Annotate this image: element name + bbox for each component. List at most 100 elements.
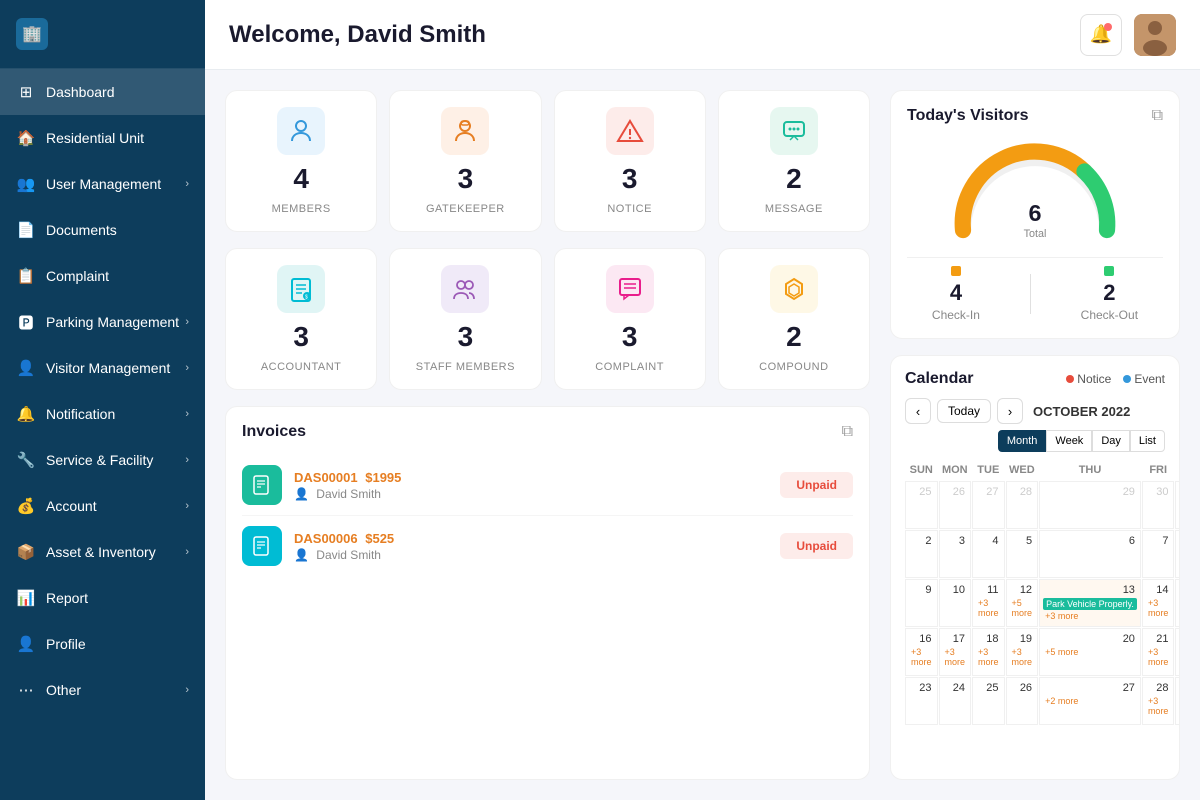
cal-list-btn[interactable]: List xyxy=(1130,430,1165,452)
cal-event-22[interactable]: Park Vehicle Properly. xyxy=(1179,647,1180,659)
cal-cell-18[interactable]: 18+3 more xyxy=(972,628,1005,676)
stat-members[interactable]: 4 MEMBERS xyxy=(225,90,377,232)
sidebar-item-residential[interactable]: 🏠 Residential Unit xyxy=(0,115,205,161)
cal-today-btn[interactable]: Today xyxy=(937,399,991,423)
cal-next-btn[interactable]: › xyxy=(997,398,1023,424)
cal-cell-10[interactable]: 10 xyxy=(939,579,972,627)
invoice-row-1[interactable]: DAS00001 $1995 👤 David Smith Unpaid xyxy=(242,455,853,516)
stat-staff[interactable]: 3 STAFF MEMBERS xyxy=(389,248,541,390)
user-avatar[interactable] xyxy=(1134,14,1176,56)
sidebar-item-label: Dashboard xyxy=(46,84,115,100)
cal-month-btn[interactable]: Month xyxy=(998,430,1047,452)
cal-cell-25[interactable]: 25 xyxy=(972,677,1005,725)
cal-cell-7[interactable]: 7 xyxy=(1142,530,1175,578)
cal-cell-26-sep[interactable]: 26 xyxy=(939,481,972,529)
checkin-dot xyxy=(951,266,961,276)
cal-cell-14[interactable]: 14+3 more xyxy=(1142,579,1175,627)
invoice-row-2[interactable]: DAS00006 $525 👤 David Smith Unpaid xyxy=(242,516,853,576)
visitors-ext-link[interactable]: ⧉ xyxy=(1152,107,1163,125)
cal-cell-21[interactable]: 21+3 more xyxy=(1142,628,1175,676)
complaint-icon-wrap xyxy=(606,265,654,313)
cal-cell-30-sep[interactable]: 30 xyxy=(1142,481,1175,529)
cal-prev-btn[interactable]: ‹ xyxy=(905,398,931,424)
cal-cell-23[interactable]: 23 xyxy=(905,677,938,725)
stat-compound[interactable]: 2 COMPOUND xyxy=(718,248,870,390)
sidebar-item-dashboard[interactable]: ⊞ Dashboard xyxy=(0,69,205,115)
stat-notice[interactable]: 3 NOTICE xyxy=(554,90,706,232)
cal-cell-28[interactable]: 28+3 more xyxy=(1142,677,1175,725)
stat-complaint[interactable]: 3 COMPLAINT xyxy=(554,248,706,390)
cal-more-17[interactable]: +3 more xyxy=(943,646,968,668)
sidebar-item-service[interactable]: 🔧 Service & Facility › xyxy=(0,437,205,483)
complaint-count: 3 xyxy=(622,321,638,353)
stat-accountant[interactable]: $ 3 ACCOUNTANT xyxy=(225,248,377,390)
cal-cell-29[interactable]: 29 xyxy=(1175,677,1180,725)
cal-more-12[interactable]: +5 more xyxy=(1010,597,1035,619)
sidebar-item-visitor[interactable]: 👤 Visitor Management › xyxy=(0,345,205,391)
sidebar-item-complaint[interactable]: 📋 Complaint xyxy=(0,253,205,299)
cal-cell-16[interactable]: 16+3 more xyxy=(905,628,938,676)
cal-cell-6[interactable]: 6 xyxy=(1039,530,1141,578)
cal-cell-12[interactable]: 12+5 more xyxy=(1006,579,1039,627)
sidebar-item-documents[interactable]: 📄 Documents xyxy=(0,207,205,253)
sidebar-item-account[interactable]: 💰 Account › xyxy=(0,483,205,529)
cal-event-13[interactable]: Park Vehicle Properly. xyxy=(1043,598,1137,610)
calendar-header: Calendar Notice Event xyxy=(905,370,1165,388)
cal-cell-20[interactable]: 20+5 more xyxy=(1039,628,1141,676)
cal-more-27[interactable]: +2 more xyxy=(1043,695,1137,707)
cal-more-11[interactable]: +3 more xyxy=(976,597,1001,619)
stat-gatekeeper[interactable]: 3 GATEKEEPER xyxy=(389,90,541,232)
cal-more-19[interactable]: +3 more xyxy=(1010,646,1035,668)
invoice-user-2: 👤 David Smith xyxy=(294,548,394,562)
sidebar-item-parking[interactable]: 🅿 Parking Management › xyxy=(0,299,205,345)
sidebar-item-user-management[interactable]: 👥 User Management › xyxy=(0,161,205,207)
sidebar-item-profile[interactable]: 👤 Profile xyxy=(0,621,205,667)
cal-cell-22[interactable]: 22Park Vehicle Properly. xyxy=(1175,628,1180,676)
cal-cell-4[interactable]: 4 xyxy=(972,530,1005,578)
invoice-user-1: 👤 David Smith xyxy=(294,487,401,501)
user-icon-2: 👤 xyxy=(294,548,309,562)
logo-icon: 🏢 xyxy=(16,18,48,50)
cal-cell-15[interactable]: 15 xyxy=(1175,579,1180,627)
sidebar-item-notification[interactable]: 🔔 Notification › xyxy=(0,391,205,437)
cal-cell-13[interactable]: 13Park Vehicle Properly.+3 more xyxy=(1039,579,1141,627)
calendar-grid: SUN MON TUE WED THU FRI SAT 25 26 27 28 … xyxy=(905,460,1165,725)
cal-cell-28-sep[interactable]: 28 xyxy=(1006,481,1039,529)
sidebar-item-label: Complaint xyxy=(46,268,109,284)
checkout-label: Check-Out xyxy=(1081,308,1138,322)
notification-button[interactable]: 🔔 xyxy=(1080,14,1122,56)
cal-more-14[interactable]: +3 more xyxy=(1146,597,1171,619)
members-label: MEMBERS xyxy=(272,203,331,215)
cal-cell-2[interactable]: 2 xyxy=(905,530,938,578)
cal-cell-19[interactable]: 19+3 more xyxy=(1006,628,1039,676)
cal-cell-1[interactable]: 1 xyxy=(1175,481,1180,529)
sidebar-item-other[interactable]: ⋯ Other › xyxy=(0,667,205,713)
cal-cell-25-sep[interactable]: 25 xyxy=(905,481,938,529)
cal-cell-29-sep[interactable]: 29 xyxy=(1039,481,1141,529)
sidebar-item-report[interactable]: 📊 Report xyxy=(0,575,205,621)
cal-cell-5[interactable]: 5 xyxy=(1006,530,1039,578)
sidebar-item-label: Visitor Management xyxy=(46,360,170,376)
cal-cell-24[interactable]: 24 xyxy=(939,677,972,725)
cal-cell-17[interactable]: 17+3 more xyxy=(939,628,972,676)
stat-message[interactable]: 2 MESSAGE xyxy=(718,90,870,232)
cal-more-21[interactable]: +3 more xyxy=(1146,646,1171,668)
cal-cell-11[interactable]: 11+3 more xyxy=(972,579,1005,627)
cal-cell-3[interactable]: 3 xyxy=(939,530,972,578)
cal-more-28[interactable]: +3 more xyxy=(1146,695,1171,717)
cal-more-20[interactable]: +5 more xyxy=(1043,646,1137,658)
cal-cell-8[interactable]: 8 xyxy=(1175,530,1180,578)
sidebar-item-label: Notification xyxy=(46,406,115,422)
cal-cell-9[interactable]: 9 xyxy=(905,579,938,627)
header: Welcome, David Smith 🔔 xyxy=(205,0,1200,70)
cal-cell-27[interactable]: 27+2 more xyxy=(1039,677,1141,725)
sidebar-item-asset[interactable]: 📦 Asset & Inventory › xyxy=(0,529,205,575)
invoices-ext-link[interactable]: ⧉ xyxy=(842,423,853,441)
cal-day-btn[interactable]: Day xyxy=(1092,430,1130,452)
cal-cell-26[interactable]: 26 xyxy=(1006,677,1039,725)
cal-week-btn[interactable]: Week xyxy=(1046,430,1092,452)
cal-cell-27-sep[interactable]: 27 xyxy=(972,481,1005,529)
cal-more-13[interactable]: +3 more xyxy=(1043,610,1137,622)
cal-more-18[interactable]: +3 more xyxy=(976,646,1001,668)
cal-more-16[interactable]: +3 more xyxy=(909,646,934,668)
